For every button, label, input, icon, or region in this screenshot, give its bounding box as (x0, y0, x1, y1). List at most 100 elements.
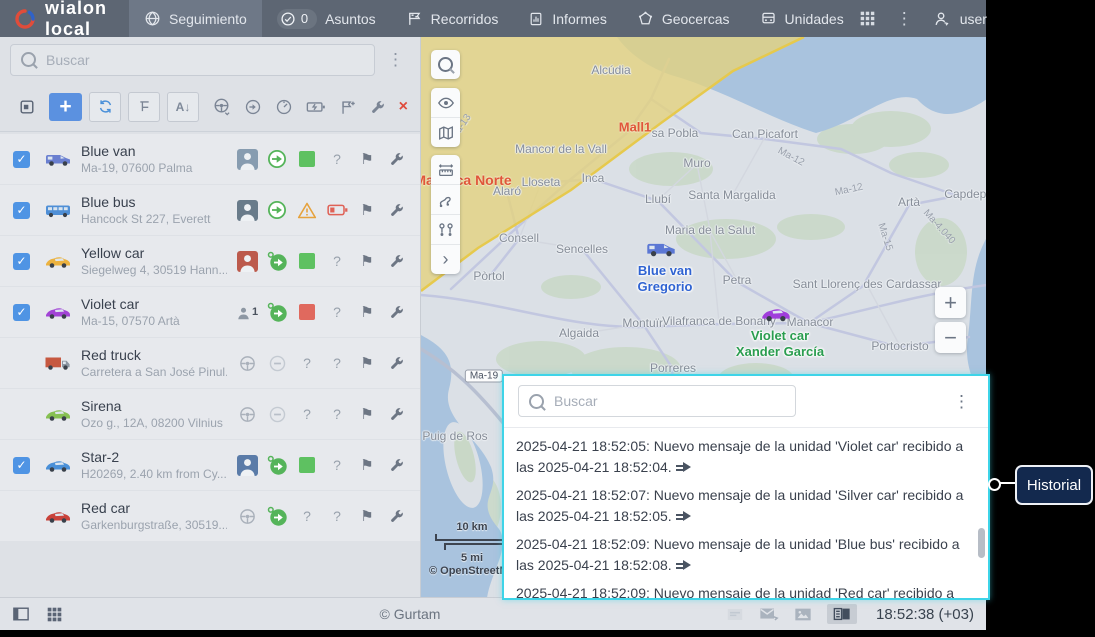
unit-row[interactable]: ✓ Blue van Ma-19, 07600 Palma ?⚑ (0, 134, 420, 184)
wrench-icon[interactable] (389, 355, 405, 371)
unit-row[interactable]: Sirena Ozo g., 12A, 08200 Vilnius ??⚑ (0, 389, 420, 439)
motion-cell[interactable] (268, 354, 287, 373)
unit-checkbox[interactable]: ✓ (13, 304, 30, 321)
connection-cell[interactable] (299, 253, 315, 269)
flag-icon[interactable]: ⚑ (360, 305, 373, 320)
connection-cell[interactable] (299, 151, 315, 167)
battery-column-icon[interactable] (306, 100, 326, 114)
driver-cell[interactable] (238, 405, 257, 424)
flag-icon[interactable]: ⚑ (360, 509, 373, 524)
tab-informes[interactable]: Informes (513, 0, 621, 37)
unit-checkbox[interactable]: ✓ (13, 253, 30, 270)
flag-icon[interactable]: ⚑ (360, 152, 373, 167)
unit-checkbox[interactable]: ✓ (13, 457, 30, 474)
connection-cell[interactable] (297, 201, 317, 220)
driver-cell[interactable] (237, 455, 258, 476)
clear-selection-icon[interactable]: × (399, 98, 408, 116)
tab-unidades[interactable]: Unidades (745, 0, 859, 37)
connection-cell[interactable] (299, 457, 315, 473)
ruler-icon[interactable] (431, 155, 460, 184)
waypoints-icon[interactable] (431, 214, 460, 244)
driver-cell[interactable] (238, 354, 257, 373)
user-menu[interactable]: user (933, 10, 987, 28)
motion-cell[interactable] (266, 250, 288, 272)
unit-checkbox[interactable]: ✓ (13, 202, 30, 219)
zoom-in-button[interactable]: + (935, 287, 966, 318)
select-all-icon[interactable] (12, 93, 42, 121)
add-unit-button[interactable]: + (49, 93, 82, 121)
expand-tools-chevron-icon[interactable]: › (431, 244, 460, 274)
sensor-cell[interactable]: ? (333, 457, 341, 473)
wrench-icon[interactable] (389, 151, 405, 167)
driver-cell[interactable] (237, 200, 258, 221)
unit-marker[interactable] (760, 303, 792, 329)
unit-checkbox[interactable] (13, 508, 30, 525)
history-search-field[interactable] (518, 385, 796, 417)
motion-cell[interactable] (267, 200, 287, 220)
history-kebab-icon[interactable]: ⋮ (953, 393, 974, 410)
driver-cell[interactable] (237, 251, 258, 272)
flag-icon[interactable]: ⚑ (360, 458, 373, 473)
driver-column-icon[interactable] (212, 97, 231, 116)
unit-row[interactable]: Red car Garkenburgstraße, 30519... ??⚑ (0, 491, 420, 541)
motion-cell[interactable] (267, 149, 287, 169)
wrench-column-icon[interactable] (370, 99, 386, 115)
sensor-cell[interactable]: ? (333, 508, 341, 524)
history-scrollbar[interactable] (978, 528, 985, 558)
wrench-icon[interactable] (389, 304, 405, 320)
unit-row[interactable]: ✓ Star-2 H20269, 2.40 km from Cy... ?⚑ (0, 440, 420, 490)
sensor-cell[interactable]: ? (333, 304, 341, 320)
unit-checkbox[interactable] (13, 355, 30, 372)
map-source-icon[interactable] (431, 117, 460, 147)
wrench-icon[interactable] (389, 457, 405, 473)
tab-asuntos[interactable]: 0 Asuntos (262, 0, 391, 37)
unit-checkbox[interactable]: ✓ (13, 151, 30, 168)
tab-seguimiento[interactable]: Seguimiento (129, 0, 262, 37)
map-search-control[interactable] (431, 50, 460, 79)
sidebar-search-field[interactable] (10, 44, 375, 76)
connection-cell[interactable] (299, 304, 315, 320)
unit-checkbox[interactable] (13, 406, 30, 423)
wrench-icon[interactable] (389, 202, 405, 218)
motion-cell[interactable] (266, 505, 288, 527)
history-search-input[interactable] (552, 392, 785, 410)
wrench-icon[interactable] (389, 253, 405, 269)
motion-cell[interactable] (266, 301, 288, 323)
apps-grid-icon[interactable] (859, 10, 876, 27)
connection-cell[interactable]: ? (303, 355, 311, 371)
flag-icon[interactable]: ⚑ (360, 203, 373, 218)
sensor-cell[interactable]: ? (333, 151, 341, 167)
tree-view-button[interactable] (128, 92, 160, 122)
driver-cell[interactable] (237, 149, 258, 170)
sensor-cell[interactable]: ? (333, 406, 341, 422)
flag-icon[interactable]: ⚑ (360, 254, 373, 269)
sensor-cell[interactable]: ? (333, 355, 341, 371)
sidebar-search-input[interactable] (44, 51, 364, 69)
refresh-button[interactable] (89, 92, 121, 122)
flag-add-column-icon[interactable] (339, 98, 357, 116)
motion-cell[interactable] (266, 454, 288, 476)
driver-cell[interactable] (238, 507, 257, 526)
motion-column-icon[interactable] (244, 98, 262, 116)
unit-row[interactable]: Red truck Carretera a San José Pinul... … (0, 338, 420, 388)
goto-message-arrow-icon[interactable] (676, 511, 691, 522)
sort-button[interactable]: A↓ (167, 92, 199, 122)
sensor-column-icon[interactable] (275, 98, 293, 116)
driver-cell[interactable]: 1 (236, 305, 258, 320)
flag-icon[interactable]: ⚑ (360, 356, 373, 371)
log-panel-icon[interactable] (827, 604, 857, 624)
sidebar-kebab-icon[interactable]: ⋮ (375, 51, 410, 68)
sensor-cell[interactable] (327, 203, 348, 217)
navbar-kebab-icon[interactable]: ⋮ (896, 10, 913, 27)
route-icon[interactable] (431, 184, 460, 214)
sensor-cell[interactable]: ? (333, 253, 341, 269)
motion-cell[interactable] (268, 405, 287, 424)
visibility-eye-icon[interactable] (431, 88, 460, 117)
tab-geocercas[interactable]: Geocercas (622, 0, 745, 37)
connection-cell[interactable]: ? (303, 508, 311, 524)
flag-icon[interactable]: ⚑ (360, 407, 373, 422)
wrench-icon[interactable] (389, 406, 405, 422)
app-logo[interactable]: wialon local (0, 0, 129, 37)
goto-message-arrow-icon[interactable] (676, 560, 691, 571)
zoom-out-button[interactable]: − (935, 322, 966, 353)
